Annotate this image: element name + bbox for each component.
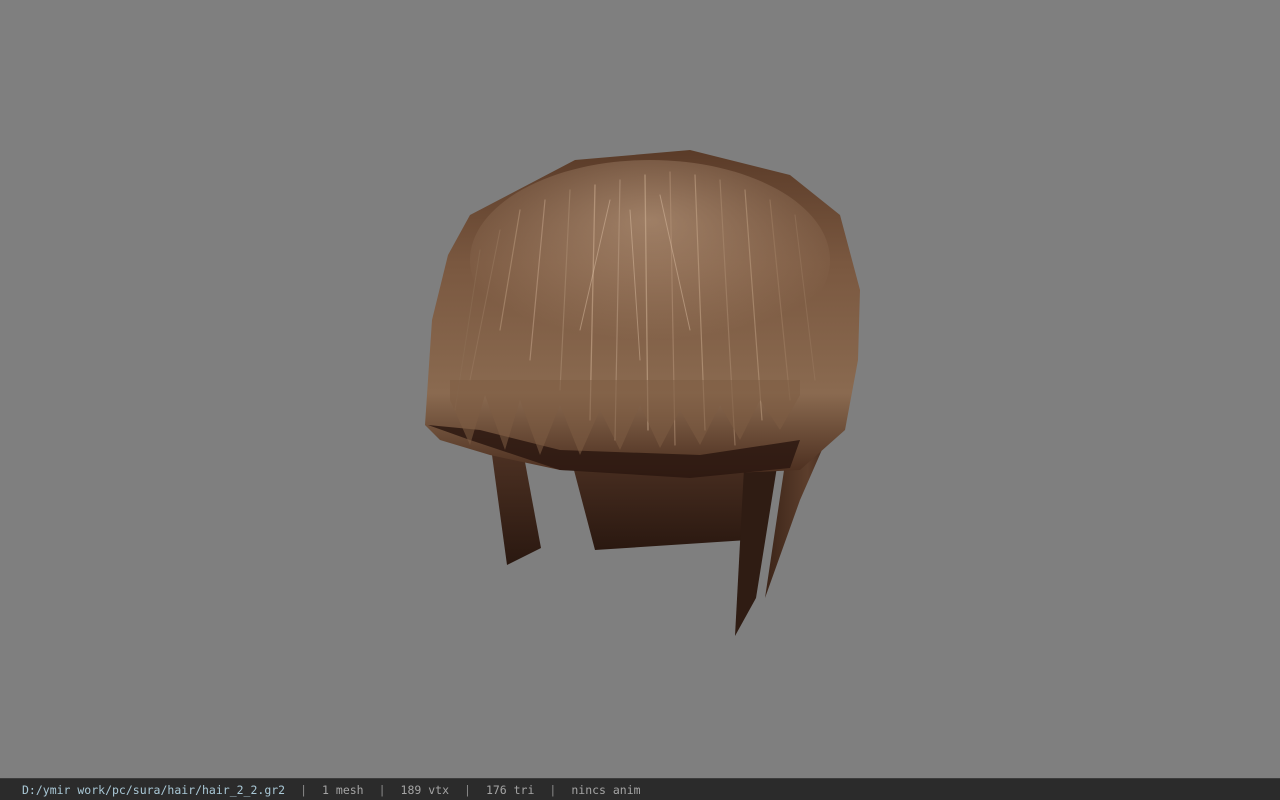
hair-model: [425, 150, 860, 636]
separator: |: [464, 782, 471, 797]
separator: |: [549, 782, 557, 797]
hair-left-lock: [492, 455, 541, 565]
3d-viewport[interactable]: [0, 0, 1280, 778]
anim-status: nincs anim: [571, 782, 641, 797]
status-bar: D:/ymir work/pc/sura/hair/hair_2_2.gr2 |…: [0, 778, 1280, 800]
vertex-count: 189 vtx: [400, 782, 449, 797]
separator: |: [378, 782, 386, 797]
mesh-count: 1 mesh: [322, 782, 364, 797]
file-path: D:/ymir work/pc/sura/hair/hair_2_2.gr2: [22, 782, 286, 797]
separator: |: [300, 782, 308, 797]
triangle-count: 176 tri: [485, 782, 535, 797]
